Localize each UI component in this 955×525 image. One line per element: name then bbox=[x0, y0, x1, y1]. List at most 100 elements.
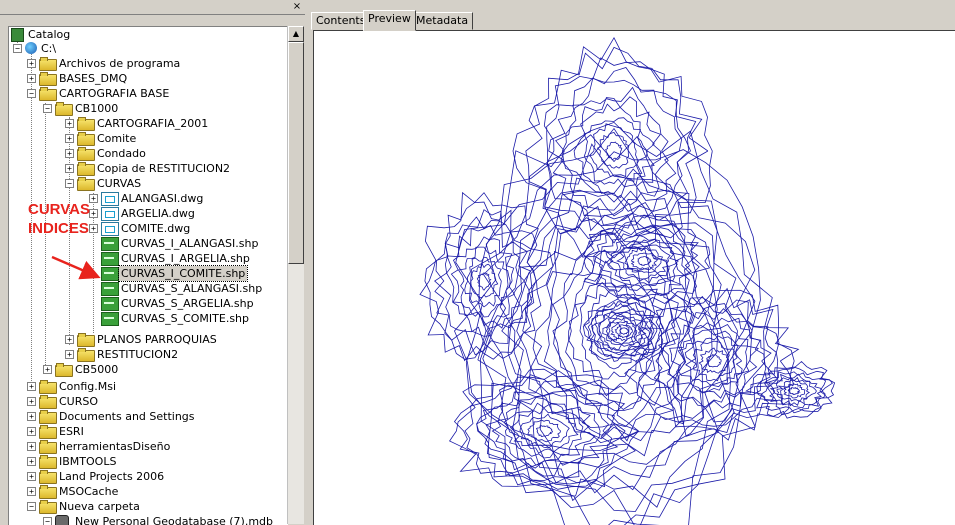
contour-line bbox=[620, 328, 629, 335]
shapefile-icon bbox=[101, 237, 119, 251]
drive-icon bbox=[25, 42, 37, 54]
folder-icon bbox=[39, 502, 57, 514]
contour-line bbox=[611, 321, 637, 340]
tree-item-label: Nueva carpeta bbox=[57, 499, 142, 514]
folder-icon bbox=[39, 427, 57, 439]
tree-connector bbox=[45, 103, 46, 373]
contour-line bbox=[425, 202, 537, 359]
expand-icon[interactable]: + bbox=[27, 442, 36, 451]
expand-icon[interactable]: + bbox=[27, 457, 36, 466]
tree-item-label: ALANGASI.dwg bbox=[119, 191, 205, 206]
expand-icon[interactable]: + bbox=[27, 487, 36, 496]
tree-item-label: COMITE.dwg bbox=[119, 221, 192, 236]
folder-icon bbox=[77, 134, 95, 146]
contour-line bbox=[615, 325, 632, 338]
contour-line bbox=[569, 274, 655, 389]
collapse-icon[interactable]: − bbox=[27, 89, 36, 98]
expand-icon[interactable]: + bbox=[27, 382, 36, 391]
shapefile-icon bbox=[101, 312, 119, 326]
tree-item-label: Config.Msi bbox=[57, 379, 118, 394]
shapefile-icon bbox=[101, 282, 119, 296]
tree-item-label: CURVAS bbox=[95, 176, 143, 191]
tab-preview[interactable]: Preview bbox=[363, 10, 416, 31]
tree-item-label: IBMTOOLS bbox=[57, 454, 118, 469]
expand-icon[interactable]: + bbox=[27, 74, 36, 83]
tree-item-label: CURVAS_I_ARGELIA.shp bbox=[119, 251, 252, 266]
collapse-icon[interactable]: − bbox=[13, 44, 22, 53]
preview-pane: Contents Preview Metadata bbox=[307, 0, 955, 524]
expand-icon[interactable]: + bbox=[89, 209, 98, 218]
scrollbar-thumb[interactable] bbox=[288, 42, 304, 264]
tree-item-label: RESTITUCION2 bbox=[95, 347, 180, 362]
tree-item-label: ARGELIA.dwg bbox=[119, 206, 197, 221]
tree-item-label: Catalog bbox=[26, 27, 72, 42]
expand-icon[interactable]: + bbox=[27, 59, 36, 68]
contour-line bbox=[631, 253, 657, 270]
tree-item-label: Condado bbox=[95, 146, 148, 161]
tree-item-label: ESRI bbox=[57, 424, 86, 439]
catalog-tree[interactable]: Catalog − C:\ + Archivos de programa + B… bbox=[8, 26, 288, 525]
tree-connector bbox=[31, 51, 32, 391]
collapse-icon[interactable]: − bbox=[43, 104, 52, 113]
expand-icon[interactable]: + bbox=[65, 119, 74, 128]
contour-line bbox=[746, 362, 834, 419]
tree-item-label: CURVAS_I_COMITE.shp bbox=[119, 266, 247, 281]
contour-line bbox=[483, 152, 738, 512]
folder-icon bbox=[39, 412, 57, 424]
tree-item-label: CARTOGRAFIA_2001 bbox=[95, 116, 210, 131]
expand-icon[interactable]: + bbox=[65, 350, 74, 359]
folder-icon bbox=[55, 104, 73, 116]
folder-icon bbox=[39, 442, 57, 454]
folder-icon bbox=[77, 119, 95, 131]
folder-icon bbox=[77, 350, 95, 362]
expand-icon[interactable]: + bbox=[65, 335, 74, 344]
tab-contents[interactable]: Contents bbox=[311, 12, 370, 30]
contour-line bbox=[447, 226, 525, 337]
folder-icon bbox=[39, 457, 57, 469]
contour-map bbox=[314, 31, 955, 525]
tree-item-label: New Personal Geodatabase (7).mdb bbox=[73, 514, 275, 525]
folder-icon bbox=[77, 164, 95, 176]
map-preview-canvas[interactable] bbox=[313, 30, 955, 525]
expand-icon[interactable]: + bbox=[27, 397, 36, 406]
expand-icon[interactable]: + bbox=[89, 224, 98, 233]
scroll-up-arrow-icon[interactable]: ▲ bbox=[288, 26, 304, 42]
tree-item-label: Archivos de programa bbox=[57, 56, 182, 71]
contour-line bbox=[662, 318, 766, 406]
expand-icon[interactable]: + bbox=[43, 365, 52, 374]
collapse-icon[interactable]: − bbox=[65, 179, 74, 188]
catalog-pane: × Catalog − C:\ + Archivos de programa +… bbox=[0, 0, 305, 524]
contour-line bbox=[784, 384, 805, 398]
tree-item-label: Documents and Settings bbox=[57, 409, 197, 424]
expand-icon[interactable]: + bbox=[89, 194, 98, 203]
tree-item-label: CURVAS_S_ALANGASI.shp bbox=[119, 281, 264, 296]
tree-item-label: CB1000 bbox=[73, 101, 120, 116]
tree-item-label: CURVAS_S_ARGELIA.shp bbox=[119, 296, 256, 311]
tree-item-label: MSOCache bbox=[57, 484, 120, 499]
expand-icon[interactable]: + bbox=[27, 472, 36, 481]
contour-line bbox=[670, 325, 759, 399]
expand-icon[interactable]: + bbox=[65, 134, 74, 143]
tree-item-label: PLANOS PARROQUIAS bbox=[95, 332, 219, 347]
close-icon[interactable]: × bbox=[292, 2, 302, 12]
expand-icon[interactable]: + bbox=[65, 164, 74, 173]
expand-icon[interactable]: + bbox=[65, 149, 74, 158]
tree-item-label: Land Projects 2006 bbox=[57, 469, 166, 484]
tree-item-label: BASES_DMQ bbox=[57, 71, 129, 86]
collapse-icon[interactable]: − bbox=[27, 502, 36, 511]
cad-drawing-icon bbox=[101, 192, 119, 206]
folder-icon bbox=[39, 89, 57, 101]
tree-scrollbar[interactable]: ▲ bbox=[287, 26, 304, 524]
tree-item-label: CURSO bbox=[57, 394, 100, 409]
tree-item-label: Copia de RESTITUCION2 bbox=[95, 161, 232, 176]
folder-icon bbox=[55, 365, 73, 377]
cad-drawing-icon bbox=[101, 222, 119, 236]
expand-icon[interactable]: + bbox=[27, 427, 36, 436]
tree-item-label: CURVAS_I_ALANGASI.shp bbox=[119, 236, 260, 251]
expand-icon[interactable]: + bbox=[27, 412, 36, 421]
contour-line bbox=[513, 38, 712, 257]
folder-icon bbox=[39, 74, 57, 86]
tab-metadata[interactable]: Metadata bbox=[411, 12, 473, 30]
tree-item-label: Comite bbox=[95, 131, 138, 146]
catalog-icon bbox=[11, 28, 24, 42]
